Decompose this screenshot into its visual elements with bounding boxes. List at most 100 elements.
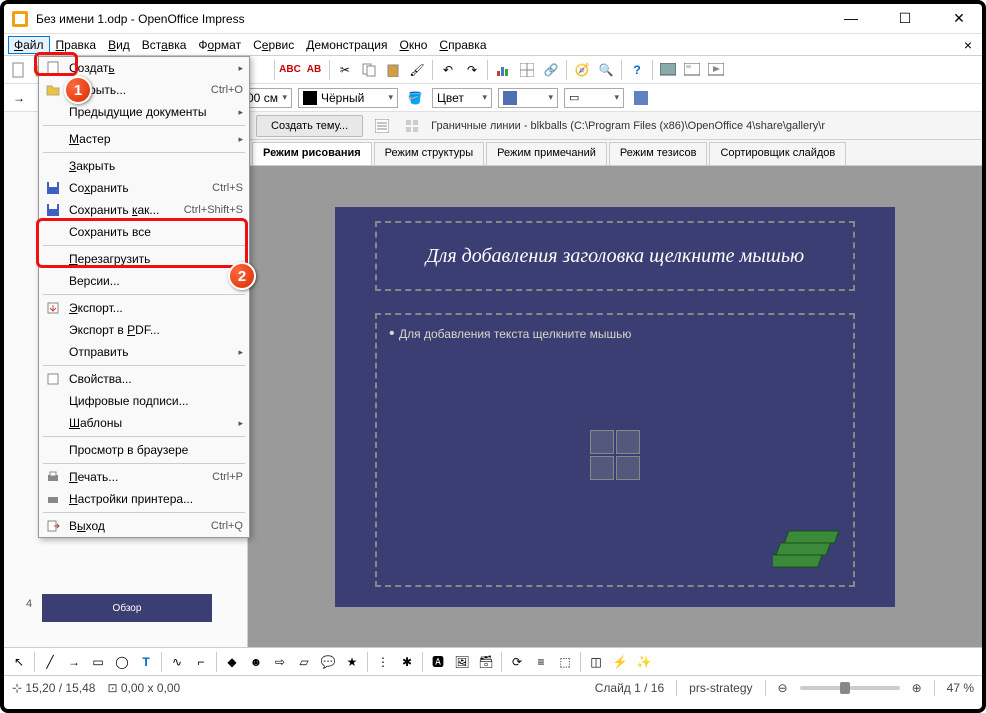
tab-structure[interactable]: Режим структуры <box>374 142 485 165</box>
menu-item-save[interactable]: СохранитьCtrl+S <box>39 177 249 199</box>
slide-layout-icon[interactable] <box>681 59 703 81</box>
arrow-style-icon[interactable]: → <box>8 87 30 109</box>
table-icon[interactable] <box>516 59 538 81</box>
tab-sorter[interactable]: Сортировщик слайдов <box>709 142 846 165</box>
menu-item-export-pdf[interactable]: Экспорт в PDF... <box>39 319 249 341</box>
interaction-icon[interactable]: ⚡ <box>609 651 631 673</box>
stars-icon[interactable]: ★ <box>341 651 363 673</box>
slide[interactable]: Для добавления заголовка щелкните мышью … <box>335 207 895 607</box>
menu-item-new[interactable]: Создать▸ <box>39 57 249 79</box>
zoom-icon[interactable]: 🔍 <box>595 59 617 81</box>
spellcheck-icon[interactable]: ABC <box>279 59 301 81</box>
menu-item-wizard[interactable]: Мастер▸ <box>39 128 249 150</box>
menu-view[interactable]: Вид <box>102 36 136 54</box>
align-icon[interactable]: ≡ <box>530 651 552 673</box>
help-icon[interactable]: ? <box>626 59 648 81</box>
zoom-out-icon[interactable]: ⊖ <box>778 681 788 695</box>
text-icon[interactable]: T <box>135 651 157 673</box>
new-theme-button[interactable]: Создать тему... <box>256 115 363 137</box>
menu-insert[interactable]: Вставка <box>136 36 193 54</box>
menu-item-close[interactable]: Закрыть <box>39 155 249 177</box>
extrusion-icon[interactable]: ◫ <box>585 651 607 673</box>
new-icon[interactable] <box>8 59 30 81</box>
zoom-value[interactable]: 47 % <box>947 681 974 695</box>
minimize-button[interactable]: — <box>836 10 866 27</box>
fill-icon[interactable]: 🪣 <box>404 87 426 109</box>
from-file-icon[interactable]: 🖼 <box>451 651 473 673</box>
symbol-shapes-icon[interactable]: ☻ <box>245 651 267 673</box>
points-icon[interactable]: ⋮ <box>372 651 394 673</box>
line-icon[interactable]: ╱ <box>39 651 61 673</box>
slide-design-icon[interactable] <box>657 59 679 81</box>
menu-item-templates[interactable]: Шаблоны▸ <box>39 412 249 434</box>
maximize-button[interactable]: ☐ <box>890 10 920 27</box>
menu-window[interactable]: Окно <box>394 36 434 54</box>
menu-item-versions[interactable]: Версии... <box>39 270 249 292</box>
menu-item-print[interactable]: Печать...Ctrl+P <box>39 466 249 488</box>
extra-icon[interactable] <box>630 87 652 109</box>
fill-color-dropdown[interactable] <box>498 88 558 108</box>
gallery-grid-icon[interactable] <box>401 115 423 137</box>
paste-icon[interactable] <box>382 59 404 81</box>
gallery-icon[interactable]: 🗃 <box>475 651 497 673</box>
callout-icon[interactable]: 💬 <box>317 651 339 673</box>
document-close-icon[interactable]: × <box>964 37 978 53</box>
menu-item-save-as[interactable]: Сохранить как...Ctrl+Shift+S <box>39 199 249 221</box>
connector-icon[interactable]: ⌐ <box>190 651 212 673</box>
rotate-icon[interactable]: ⟳ <box>506 651 528 673</box>
menu-item-reload[interactable]: Перезагрузить <box>39 248 249 270</box>
shadow-dropdown[interactable]: ▭ <box>564 88 624 108</box>
menu-item-printer-settings[interactable]: Настройки принтера... <box>39 488 249 510</box>
line-color-dropdown[interactable]: Чёрный <box>298 88 398 108</box>
zoom-slider[interactable] <box>800 686 900 690</box>
slide-thumbnail-4[interactable]: Обзор <box>42 594 212 622</box>
navigator-icon[interactable]: 🧭 <box>571 59 593 81</box>
menu-slideshow[interactable]: Демонстрация <box>300 36 393 54</box>
menu-item-send[interactable]: Отправить▸ <box>39 341 249 363</box>
slide-show-icon[interactable] <box>705 59 727 81</box>
format-paint-icon[interactable]: 🖌 <box>406 59 428 81</box>
block-arrows-icon[interactable]: ⇨ <box>269 651 291 673</box>
tab-drawing[interactable]: Режим рисования <box>252 142 372 165</box>
tab-notes[interactable]: Режим примечаний <box>486 142 607 165</box>
menu-item-exit[interactable]: ВыходCtrl+Q <box>39 515 249 537</box>
hyperlink-icon[interactable]: 🔗 <box>540 59 562 81</box>
glue-icon[interactable]: ✱ <box>396 651 418 673</box>
menu-tools[interactable]: Сервис <box>247 36 300 54</box>
menu-item-export[interactable]: Экспорт... <box>39 297 249 319</box>
cut-icon[interactable]: ✂ <box>334 59 356 81</box>
content-type-icons[interactable] <box>590 430 640 480</box>
gallery-list-icon[interactable] <box>371 115 393 137</box>
menu-item-signatures[interactable]: Цифровые подписи... <box>39 390 249 412</box>
menu-item-recent[interactable]: Предыдущие документы▸ <box>39 101 249 123</box>
menu-item-save-all[interactable]: Сохранить все <box>39 221 249 243</box>
slide-title-placeholder[interactable]: Для добавления заголовка щелкните мышью <box>375 221 855 291</box>
arrange-icon[interactable]: ⬚ <box>554 651 576 673</box>
zoom-in-icon[interactable]: ⊕ <box>912 681 922 695</box>
menu-format[interactable]: Формат <box>192 36 247 54</box>
menu-help[interactable]: Справка <box>433 36 492 54</box>
basic-shapes-icon[interactable]: ◆ <box>221 651 243 673</box>
close-button[interactable]: ✕ <box>944 10 974 27</box>
fill-type-dropdown[interactable]: Цвет <box>432 88 492 108</box>
rect-icon[interactable]: ▭ <box>87 651 109 673</box>
slide-canvas[interactable]: Для добавления заголовка щелкните мышью … <box>248 166 982 647</box>
copy-icon[interactable] <box>358 59 380 81</box>
autospell-icon[interactable]: AB <box>303 59 325 81</box>
fontwork-icon[interactable]: 🅰 <box>427 651 449 673</box>
menu-file[interactable]: Файл <box>8 36 50 54</box>
arrow-icon[interactable]: → <box>63 651 85 673</box>
menu-item-browser-preview[interactable]: Просмотр в браузере <box>39 439 249 461</box>
slide-body-placeholder[interactable]: • Для добавления текста щелкните мышью <box>375 313 855 587</box>
tab-handout[interactable]: Режим тезисов <box>609 142 708 165</box>
menu-item-properties[interactable]: Свойства... <box>39 368 249 390</box>
chart-icon[interactable] <box>492 59 514 81</box>
ellipse-icon[interactable]: ◯ <box>111 651 133 673</box>
menu-edit[interactable]: Правка <box>50 36 103 54</box>
select-icon[interactable]: ↖ <box>8 651 30 673</box>
redo-icon[interactable]: ↷ <box>461 59 483 81</box>
undo-icon[interactable]: ↶ <box>437 59 459 81</box>
animation-icon[interactable]: ✨ <box>633 651 655 673</box>
flowchart-icon[interactable]: ▱ <box>293 651 315 673</box>
curve-icon[interactable]: ∿ <box>166 651 188 673</box>
